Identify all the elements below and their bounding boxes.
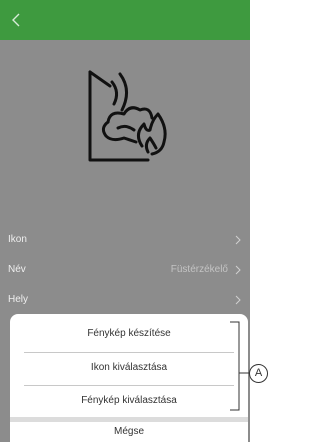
smoke-detector-icon	[88, 70, 167, 162]
phone-screen: Ikon Név Füstérzékelő Hely Fénykép készí…	[0, 0, 250, 442]
chevron-right-icon	[235, 235, 241, 245]
top-bar	[0, 0, 250, 40]
back-button[interactable]	[6, 9, 28, 31]
row-value: Füstérzékelő	[170, 264, 228, 275]
callout-label: A	[254, 367, 263, 379]
chevron-right-icon	[235, 295, 241, 305]
settings-row-name[interactable]: Név Füstérzékelő	[0, 255, 250, 285]
settings-row-location[interactable]: Hely	[0, 285, 250, 315]
take-photo-option[interactable]: Fénykép készítése	[24, 319, 234, 349]
cancel-button[interactable]: Mégse	[10, 422, 248, 442]
action-sheet: Fénykép készítése Ikon kiválasztása Fény…	[10, 314, 248, 442]
settings-row-icon[interactable]: Ikon	[0, 225, 250, 255]
choose-photo-option[interactable]: Fénykép kiválasztása	[24, 385, 234, 415]
chevron-left-icon	[12, 13, 20, 27]
chevron-right-icon	[235, 265, 241, 275]
row-label: Ikon	[8, 234, 27, 245]
row-label: Hely	[8, 294, 29, 305]
choose-icon-option[interactable]: Ikon kiválasztása	[24, 352, 234, 382]
row-label: Név	[8, 264, 26, 275]
